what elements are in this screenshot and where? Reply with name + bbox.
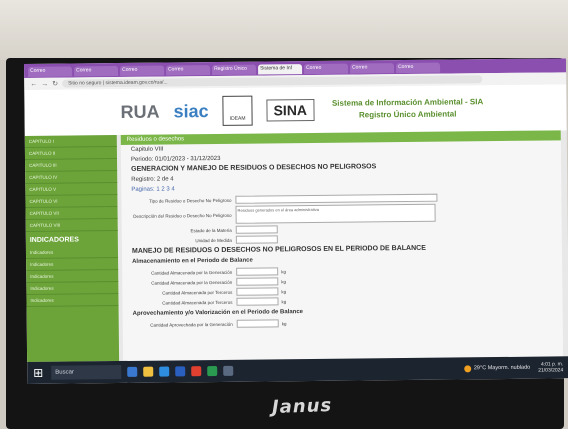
main-content: Residuos o desechos Capitulo VIII Period… [120, 130, 564, 361]
sidebar: CAPITULO I CAPITULO II CAPITULO III CAPI… [24, 135, 120, 362]
browser-tab[interactable]: Correo [350, 63, 395, 74]
quantity-input[interactable] [236, 277, 279, 286]
browser-tab[interactable]: Registro Único [212, 64, 257, 76]
task-view-icon[interactable] [127, 366, 138, 377]
browser-tab[interactable]: Correo [396, 62, 441, 74]
chrome-icon[interactable] [191, 366, 202, 377]
file-explorer-icon[interactable] [143, 366, 154, 377]
forward-arrow-icon[interactable]: → [41, 80, 48, 87]
quantity-input[interactable] [236, 287, 279, 296]
quantity-input[interactable] [236, 267, 279, 276]
unit-select[interactable] [235, 235, 278, 244]
field-label: Cantidad Almacenada por Terceros [162, 299, 233, 306]
browser-tab[interactable]: Correo [28, 66, 73, 77]
site-header: RUA siac IDEAM SINA Sistema de Informaci… [24, 84, 567, 136]
edge-icon[interactable] [159, 366, 170, 377]
unit-label: kg [281, 288, 287, 294]
monitor-brand-logo: Janus [271, 394, 333, 419]
field-label: Cantidad Almacenada por la Generación [151, 269, 233, 276]
field-label: Tipo de Residuo o Desecho No Peligroso [149, 197, 232, 204]
browser-tab[interactable]: Correo [74, 66, 119, 77]
browser-tab[interactable]: Correo [166, 65, 211, 76]
site-title-line2: Registro Único Ambiental [358, 109, 457, 120]
browser-tab-active[interactable]: Sistema de Inf [258, 64, 303, 75]
sina-logo: SINA [266, 98, 315, 122]
browser-tab[interactable]: Correo [120, 65, 165, 76]
waste-type-select[interactable] [235, 193, 438, 204]
browser-tab[interactable]: Correo [304, 63, 349, 75]
sidebar-item[interactable]: CAPITULO II [24, 147, 118, 160]
indicators-heading: INDICADORES [29, 236, 79, 244]
quantity-input[interactable] [236, 297, 279, 306]
sun-icon [463, 364, 471, 372]
unit-label: kg [281, 278, 287, 284]
form-row: Descripción del Residuo o Desecho No Pel… [122, 202, 562, 225]
weather-widget[interactable]: 29°C Mayorm. nublado [463, 364, 531, 372]
field-label: Cantidad Almacenada por la Generación [151, 279, 233, 286]
ideam-logo: IDEAM [222, 95, 253, 126]
unit-label: kg [281, 320, 287, 326]
indicator-item[interactable]: Indicadores [26, 282, 119, 295]
indicator-item[interactable]: Indicadores [26, 270, 119, 283]
field-label: Unidad de Medida [195, 237, 232, 243]
windows-start-icon[interactable]: ⊞ [33, 366, 47, 380]
sidebar-item[interactable]: CAPITULO VIII [25, 219, 118, 232]
taskbar-search[interactable]: Buscar [51, 364, 122, 380]
indicator-item[interactable]: Indicadores [26, 294, 119, 307]
system-clock[interactable]: 4:01 p. m. 21/03/2024 [538, 361, 563, 373]
matter-state-select[interactable] [235, 225, 278, 234]
sidebar-item[interactable]: CAPITULO I [24, 135, 117, 148]
weather-text: 29°C Mayorm. nublado [473, 364, 531, 372]
quantity-input[interactable] [236, 319, 279, 328]
field-label: Cantidad Aprovechada por la Generación [150, 321, 233, 328]
sidebar-item[interactable]: CAPITULO VI [25, 195, 118, 208]
unit-label: kg [281, 298, 287, 304]
clock-date: 21/03/2024 [538, 367, 564, 374]
sidebar-item[interactable]: CAPITULO V [25, 183, 118, 196]
sidebar-item[interactable]: CAPITULO VII [25, 207, 118, 220]
indicator-item[interactable]: Indicadores [26, 258, 119, 271]
field-label: Descripción del Residuo o Desecho No Pel… [133, 212, 232, 219]
word-icon[interactable] [175, 366, 186, 377]
site-title-line1: Sistema de Información Ambiental - SIA [331, 97, 484, 108]
excel-icon[interactable] [207, 365, 218, 377]
indicator-item[interactable]: Indicadores [25, 246, 119, 259]
rua-logo: RUA [120, 101, 160, 122]
description-textarea[interactable]: Residuos generados en el área administra… [235, 203, 436, 224]
wall-background [0, 0, 568, 60]
field-label: Estado de la Materia [190, 227, 232, 233]
siac-logo: siac [173, 100, 209, 121]
reload-icon[interactable]: ↻ [52, 80, 58, 88]
monitor-screen: Correo Correo Correo Correo Registro Úni… [24, 58, 568, 384]
app-icon[interactable] [223, 365, 234, 376]
sidebar-item[interactable]: CAPITULO IV [25, 171, 118, 184]
unit-label: kg [281, 268, 286, 274]
back-arrow-icon[interactable]: ← [30, 80, 37, 87]
site-title: Sistema de Información Ambiental - SIA R… [332, 96, 484, 122]
field-label: Cantidad Almacenada por Terceros [162, 289, 233, 296]
sidebar-item[interactable]: CAPITULO III [25, 159, 118, 172]
